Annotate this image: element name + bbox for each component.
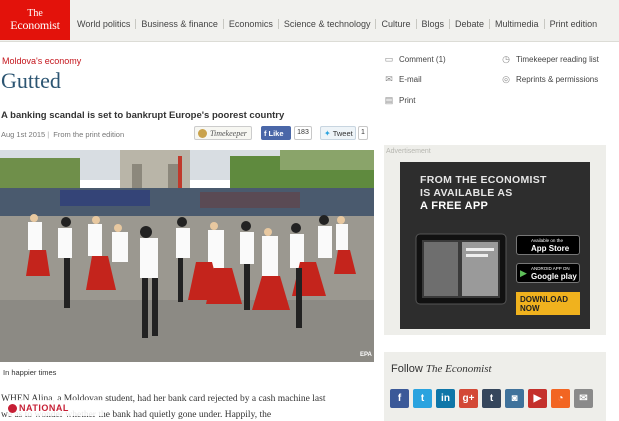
facebook-icon[interactable]: f [390,389,409,408]
google-play-big: Google play [531,272,577,281]
photo-caption: In happier times [3,368,57,377]
facebook-like-button[interactable]: f Like [261,126,291,140]
ad-line-3: A FREE APP [420,200,489,212]
timekeeper-button[interactable]: Timekeeper [194,126,252,140]
email-label: E-mail [399,74,422,84]
mail-icon[interactable]: ✉ [574,389,593,408]
timekeeper-label: Timekeeper [210,128,247,138]
logo-line-2: Economist [10,18,60,32]
envelope-icon: ✉ [385,74,393,84]
reprints-link[interactable]: ◎ Reprints & permissions [501,74,598,84]
nav-world-politics[interactable]: World politics [72,19,137,29]
nav-business-finance[interactable]: Business & finance [136,19,224,29]
tumblr-icon[interactable]: t [482,389,501,408]
play-triangle-icon: ▶ [520,268,527,278]
instagram-icon[interactable]: ◙ [505,389,524,408]
follow-brand: The Economist [425,363,492,375]
nav-multimedia[interactable]: Multimedia [490,19,545,29]
ad-line-2: IS AVAILABLE AS [420,187,513,199]
nav-debate[interactable]: Debate [450,19,491,29]
economist-logo[interactable]: The Economist [0,0,70,40]
app-store-badge[interactable]: Available on the App Store [516,235,580,255]
facebook-icon: f [264,128,267,138]
follow-title: Follow The Economist [391,363,492,375]
twitter-bird-icon: ✦ [324,128,331,138]
article-rubric: A banking scandal is set to bankrupt Eur… [1,110,285,121]
print-link[interactable]: ▤ Print [384,95,416,105]
logo-line-1: The [27,8,43,19]
article-date: Aug 1st 2015 [1,130,46,139]
clock-icon: ◷ [502,54,510,64]
comment-link[interactable]: ▭ Comment (1) [384,54,446,64]
download-now-button[interactable]: DOWNLOAD NOW [516,292,580,315]
googleplus-icon[interactable]: g+ [459,389,478,408]
comment-label: Comment (1) [399,54,446,64]
advertisement-label: Advertisement [386,148,431,155]
tweet-count: 1 [358,126,368,140]
photo-credit: EPA [360,352,372,358]
ad-line-1: FROM THE ECONOMIST [420,174,547,186]
top-navigation-bar: The Economist World politics Business & … [0,0,619,42]
article-dateline: Aug 1st 2015 | From the print edition [1,130,125,139]
watermark-dot-icon [8,403,17,413]
rss-icon[interactable]: ◔ [551,389,570,408]
article-title: Gutted [1,68,61,93]
follow-prefix: Follow [391,363,423,375]
watermark-text: NATIONAL [19,403,69,413]
nav-blogs[interactable]: Blogs [417,19,451,29]
nav-science-technology[interactable]: Science & technology [279,19,377,29]
youtube-icon[interactable]: ▶ [528,389,547,408]
timekeeper-reading-list-link[interactable]: ◷ Timekeeper reading list [501,54,599,64]
app-promo-ad[interactable]: FROM THE ECONOMIST IS AVAILABLE AS A FRE… [400,162,590,329]
google-play-badge[interactable]: ▶ ANDROID APP ON Google play [516,263,580,283]
facebook-like-count: 183 [294,126,312,140]
google-play-small: ANDROID APP ON [531,266,570,271]
watermark-overlay: NATIONAL [8,400,104,416]
nav-print-edition[interactable]: Print edition [545,19,603,29]
tweet-label: Tweet [332,128,353,138]
app-store-big: App Store [531,244,570,253]
tweet-button[interactable]: ✦ Tweet [320,126,356,140]
nav-culture[interactable]: Culture [376,19,417,29]
email-link[interactable]: ✉ E-mail [384,74,422,84]
comment-bubble-icon: ▭ [384,54,394,64]
twitter-icon[interactable]: t [413,389,432,408]
nav-economics[interactable]: Economics [224,19,279,29]
article-kicker[interactable]: Moldova's economy [2,56,81,66]
article-photo [0,150,374,362]
reprints-icon: ◎ [502,74,510,84]
printer-icon: ▤ [384,95,394,105]
reprints-label: Reprints & permissions [516,74,599,84]
app-store-small: Available on the [531,238,563,243]
facebook-like-label: Like [268,128,284,138]
tablet-illustration [415,233,507,305]
linkedin-icon[interactable]: in [436,389,455,408]
timekeeper-list-label: Timekeeper reading list [516,54,599,64]
article-source[interactable]: From the print edition [53,130,124,139]
print-label: Print [399,95,416,105]
main-nav: World politics Business & finance Econom… [72,19,602,29]
timekeeper-icon [198,128,207,138]
